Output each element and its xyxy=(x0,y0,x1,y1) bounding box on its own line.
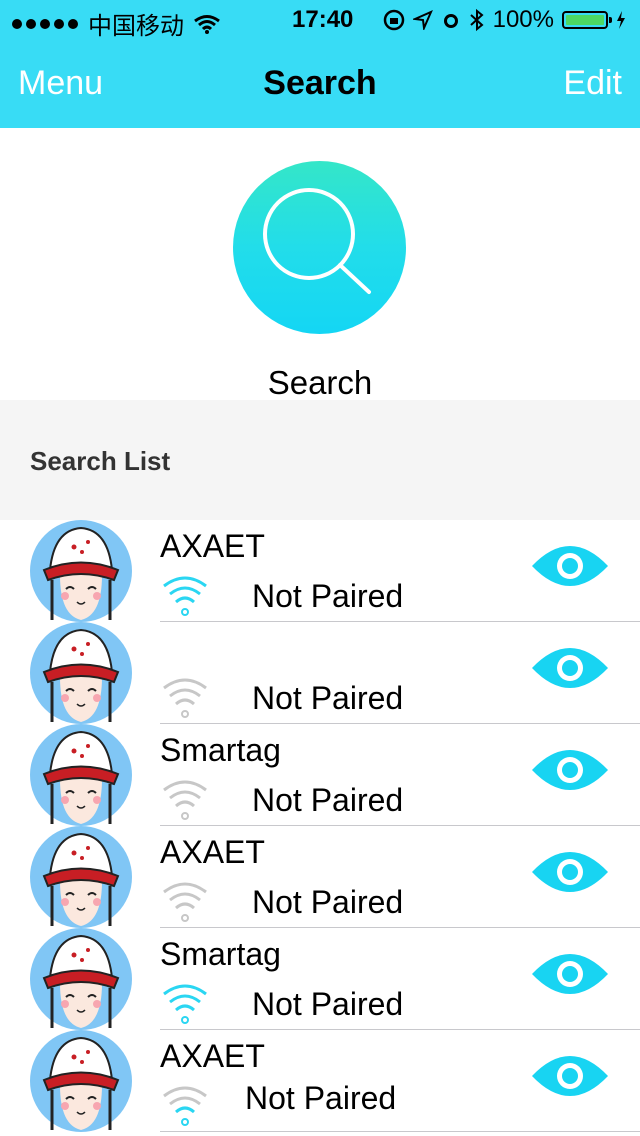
avatar xyxy=(30,724,132,826)
alarm-icon xyxy=(443,14,458,28)
battery-icon xyxy=(562,11,612,29)
pairing-status: Not Paired xyxy=(252,578,404,614)
signal-strength-icon xyxy=(12,18,78,29)
pairing-status: Not Paired xyxy=(252,782,404,818)
location-icon xyxy=(412,10,433,30)
status-bar: 中国移动 17:40 100% xyxy=(0,0,640,40)
bluetooth-icon xyxy=(469,8,484,32)
battery-percent: 100% xyxy=(492,6,554,33)
edit-button[interactable]: Edit xyxy=(563,64,622,103)
eye-icon[interactable] xyxy=(530,540,610,592)
avatar xyxy=(30,826,132,928)
device-row[interactable]: AXAET Not Paired xyxy=(0,1030,640,1132)
signal-active-icon xyxy=(163,576,207,616)
rotation-lock-icon xyxy=(383,9,404,31)
avatar xyxy=(30,928,132,1030)
search-list-title: Search List xyxy=(30,446,171,476)
device-name: AXAET xyxy=(160,834,265,870)
clock: 17:40 xyxy=(292,6,354,33)
device-name: Smartag xyxy=(160,936,281,972)
avatar xyxy=(30,520,132,622)
search-list-header: Search List xyxy=(0,400,640,520)
page-title: Search xyxy=(263,64,377,102)
charging-icon xyxy=(617,11,625,29)
status-right: 100% xyxy=(383,6,626,34)
device-row[interactable]: AXAET Not Paired xyxy=(0,826,640,928)
device-name: AXAET xyxy=(160,1038,265,1074)
eye-icon[interactable] xyxy=(530,744,610,796)
avatar xyxy=(30,622,132,724)
pairing-status: Not Paired xyxy=(252,986,404,1022)
avatar xyxy=(30,1030,132,1132)
pairing-status: Not Paired xyxy=(245,1080,397,1116)
signal-inactive-icon xyxy=(163,882,207,922)
row-divider xyxy=(160,1131,640,1132)
device-name: Smartag xyxy=(160,732,281,768)
carrier-label: 中国移动 xyxy=(88,13,184,40)
device-row[interactable]: Smartag Not Paired xyxy=(0,928,640,1030)
device-row[interactable]: Smartag Not Paired xyxy=(0,724,640,826)
eye-icon[interactable] xyxy=(530,642,610,694)
signal-inactive-icon xyxy=(163,780,207,820)
signal-weak-icon xyxy=(163,1086,207,1126)
device-row[interactable]: Not Paired xyxy=(0,622,640,724)
pairing-status: Not Paired xyxy=(252,884,404,920)
device-name: AXAET xyxy=(160,528,265,564)
top-bar: 中国移动 17:40 100% Menu Search Edit xyxy=(0,0,640,128)
eye-icon[interactable] xyxy=(530,846,610,898)
search-label: Search xyxy=(267,364,373,401)
navigation-bar: Menu Search Edit xyxy=(0,40,640,128)
signal-active-icon xyxy=(163,984,207,1024)
eye-icon[interactable] xyxy=(530,1050,610,1102)
wifi-icon xyxy=(194,14,220,34)
search-section: Search xyxy=(0,128,640,401)
search-button[interactable] xyxy=(233,161,406,334)
magnifier-icon xyxy=(263,188,371,294)
eye-icon[interactable] xyxy=(530,948,610,1000)
status-left: 中国移动 xyxy=(12,6,220,41)
pairing-status: Not Paired xyxy=(252,680,404,716)
device-row[interactable]: AXAET Not Paired xyxy=(0,520,640,622)
signal-inactive-icon xyxy=(163,678,207,718)
